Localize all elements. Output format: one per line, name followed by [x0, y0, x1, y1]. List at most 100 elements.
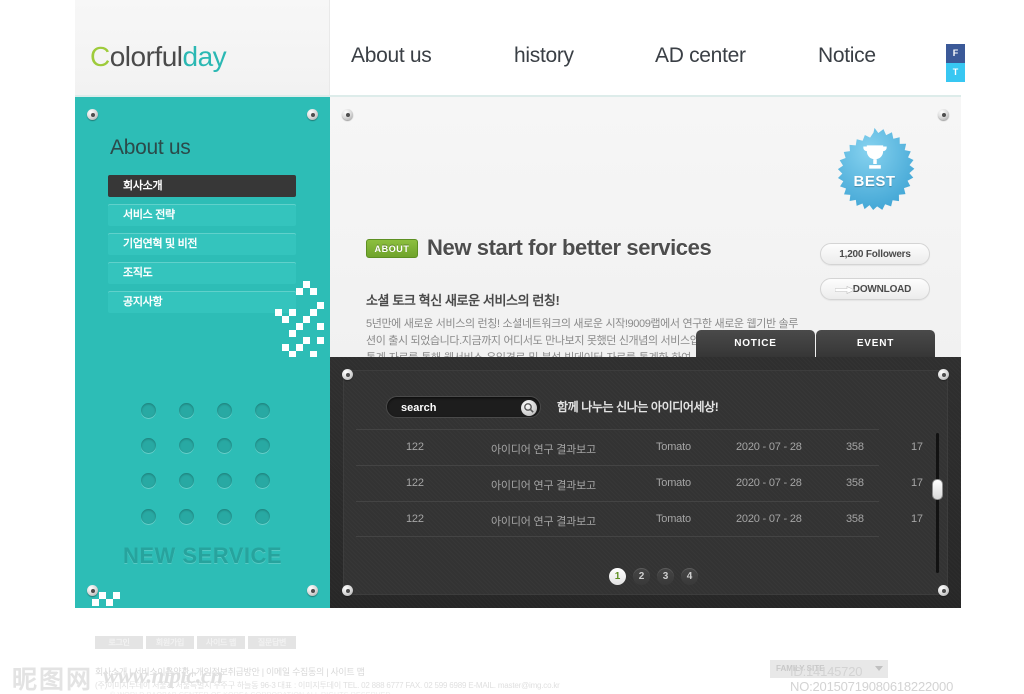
download-button[interactable]: DOWNLOAD — [820, 278, 930, 300]
tab-event[interactable]: EVENT — [816, 330, 935, 357]
about-badge: ABOUT — [366, 239, 418, 258]
cell-hits: 358 — [846, 513, 864, 525]
search-box[interactable] — [386, 396, 541, 419]
followers-button[interactable]: 1,200 Followers — [820, 243, 930, 265]
deco-dot — [217, 473, 232, 488]
cell-title[interactable]: 아이디어 연구 결과보고 — [491, 513, 596, 529]
page-button-4[interactable]: 4 — [681, 568, 698, 585]
deco-dot — [141, 403, 156, 418]
cell-author: Tomato — [656, 513, 691, 525]
cell-title[interactable]: 아이디어 연구 결과보고 — [491, 477, 596, 493]
cell-hits: 358 — [846, 441, 864, 453]
deco-dot — [255, 403, 270, 418]
cell-date: 2020 - 07 - 28 — [736, 441, 802, 453]
deco-dot — [141, 438, 156, 453]
sidebar-item-기업연혁및비전[interactable]: 기업연혁 및 비전 — [108, 233, 296, 255]
board-table: 122 아이디어 연구 결과보고 Tomato 2020 - 07 - 28 3… — [356, 429, 923, 537]
page-button-1[interactable]: 1 — [609, 568, 626, 585]
deco-dot — [217, 403, 232, 418]
facebook-icon[interactable]: F — [946, 44, 965, 63]
best-badge-label: BEST — [853, 173, 896, 190]
footer-button-sitemap[interactable]: 사이드 맵 — [197, 636, 245, 649]
deco-dot — [141, 509, 156, 524]
table-row[interactable]: 122 아이디어 연구 결과보고 Tomato 2020 - 07 - 28 3… — [356, 501, 923, 537]
footer-button-qna[interactable]: 질문답변 — [248, 636, 296, 649]
deco-dot — [217, 438, 232, 453]
page-button-2[interactable]: 2 — [633, 568, 650, 585]
deco-dot — [179, 509, 194, 524]
cell-rec: 17 — [911, 441, 923, 453]
cell-author: Tomato — [656, 477, 691, 489]
deco-dot — [217, 509, 232, 524]
about-subtitle: 소셜 토크 혁신 새로운 서비스의 런칭! — [366, 293, 560, 308]
download-label: DOWNLOAD — [852, 284, 912, 295]
search-icon[interactable] — [521, 400, 537, 416]
deco-dot — [255, 473, 270, 488]
table-row[interactable]: 122 아이디어 연구 결과보고 Tomato 2020 - 07 - 28 3… — [356, 465, 923, 501]
footer-button-signup[interactable]: 회원가입 — [146, 636, 194, 649]
table-row[interactable]: 122 아이디어 연구 결과보고 Tomato 2020 - 07 - 28 3… — [356, 429, 923, 465]
cell-date: 2020 - 07 - 28 — [736, 477, 802, 489]
cell-rec: 17 — [911, 513, 923, 525]
nav-item-ad-center[interactable]: AD center — [655, 44, 746, 68]
screw-icon — [342, 585, 353, 596]
twitter-icon[interactable]: T — [946, 63, 965, 82]
sidebar-panel: About us 회사소개 서비스 전략 기업연혁 및 비전 조직도 공지사항 — [75, 97, 330, 358]
board-panel: 함께 나누는 신나는 아이디어세상! 122 아이디어 연구 결과보고 Toma… — [330, 357, 961, 608]
cell-no: 122 — [406, 513, 424, 525]
watermark-url: www.nipic.cn — [103, 663, 223, 688]
logo-part-2: olorful — [109, 41, 183, 72]
site-logo[interactable]: Colorfulday — [90, 41, 227, 73]
nav-item-notice[interactable]: Notice — [818, 44, 876, 68]
screw-icon — [87, 585, 98, 596]
sidebar-item-조직도[interactable]: 조직도 — [108, 262, 296, 284]
scrollbar-track[interactable] — [936, 433, 939, 573]
screw-icon — [938, 109, 949, 120]
board-tagline: 함께 나누는 신나는 아이디어세상! — [557, 400, 719, 414]
site-header: Colorfulday About us history AD center N… — [0, 0, 1024, 97]
screw-icon — [87, 109, 98, 120]
deco-dot — [141, 473, 156, 488]
page-button-3[interactable]: 3 — [657, 568, 674, 585]
about-title: New start for better services — [427, 235, 712, 260]
screw-icon — [938, 585, 949, 596]
cell-author: Tomato — [656, 441, 691, 453]
deco-dot — [255, 438, 270, 453]
scrollbar-thumb[interactable] — [932, 479, 943, 500]
page-root: Colorfulday About us history AD center N… — [0, 0, 1024, 694]
arrow-right-icon — [835, 286, 855, 294]
screw-icon — [307, 109, 318, 120]
sidebar-item-회사소개[interactable]: 회사소개 — [108, 175, 296, 197]
tab-notice[interactable]: NOTICE — [696, 330, 815, 357]
board-inner: 함께 나누는 신나는 아이디어세상! 122 아이디어 연구 결과보고 Toma… — [343, 370, 948, 595]
sidebar-item-공지사항[interactable]: 공지사항 — [108, 291, 296, 313]
logo-part-3: day — [182, 41, 227, 72]
footer-button-login[interactable]: 로그인 — [95, 636, 143, 649]
deco-dot — [255, 509, 270, 524]
watermark-logo: 昵图网 — [12, 665, 94, 694]
cell-no: 122 — [406, 441, 424, 453]
best-badge: BEST — [833, 127, 916, 210]
screw-icon — [938, 369, 949, 380]
logo-block: Colorfulday — [75, 0, 330, 96]
screw-icon — [342, 109, 353, 120]
trophy-icon — [863, 145, 887, 169]
cell-date: 2020 - 07 - 28 — [736, 513, 802, 525]
cell-rec: 17 — [911, 477, 923, 489]
nav-item-about-us[interactable]: About us — [351, 44, 432, 68]
deco-dot — [179, 438, 194, 453]
deco-dot — [179, 403, 194, 418]
watermark-id: ID:14145720 NO:20150719080618222000 — [790, 664, 954, 694]
sidebar-item-서비스전략[interactable]: 서비스 전략 — [108, 204, 296, 226]
new-service-panel: NEW SERVICE — [75, 357, 330, 608]
cell-title[interactable]: 아이디어 연구 결과보고 — [491, 441, 596, 457]
deco-dot — [179, 473, 194, 488]
new-service-label: NEW SERVICE — [122, 543, 283, 568]
screw-icon — [342, 369, 353, 380]
search-input[interactable] — [401, 397, 511, 419]
cell-hits: 358 — [846, 477, 864, 489]
screw-icon — [307, 585, 318, 596]
nav-item-history[interactable]: history — [514, 44, 574, 68]
sidebar-title: About us — [110, 136, 191, 159]
logo-part-1: C — [90, 41, 110, 72]
